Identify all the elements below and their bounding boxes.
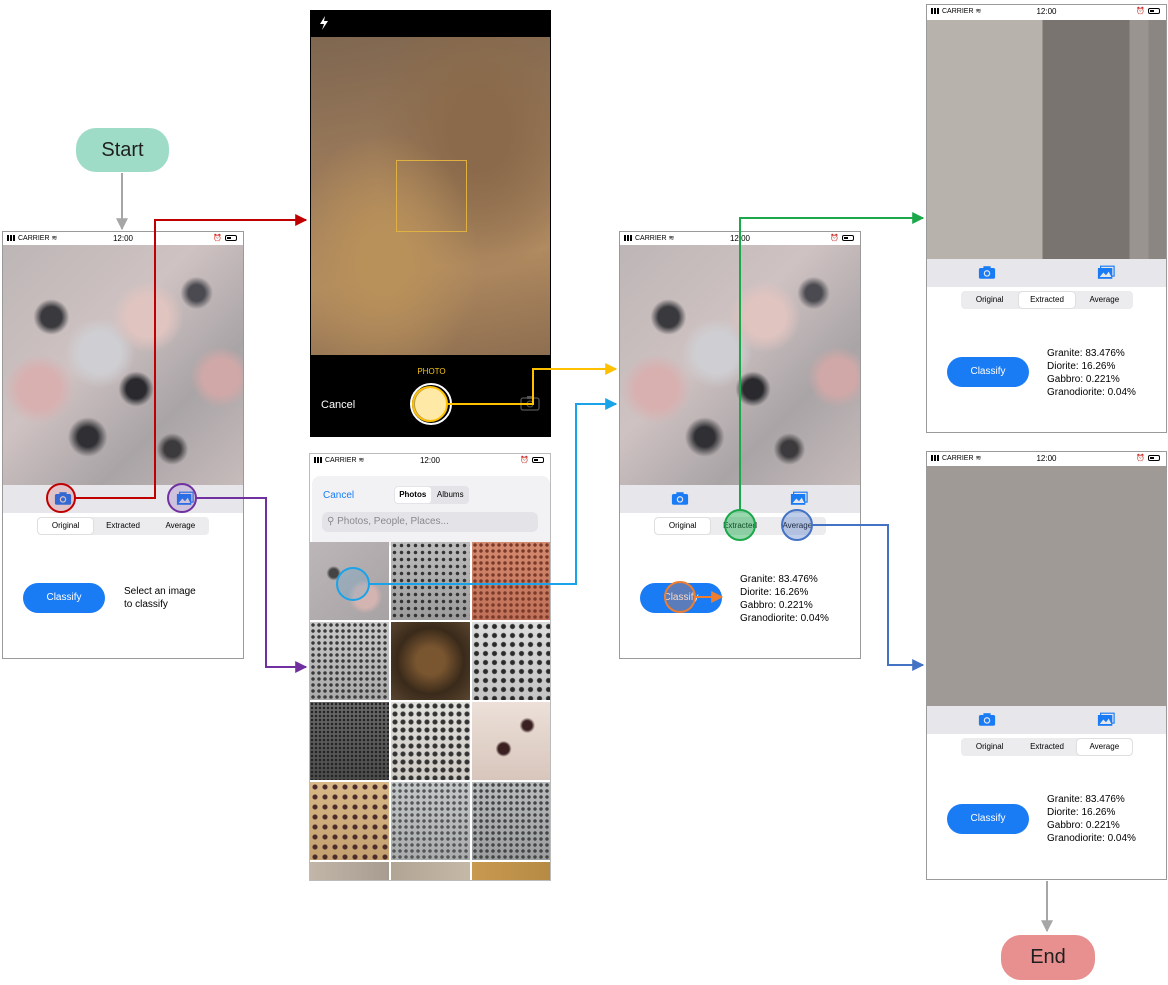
alarm-icon: ⏰ xyxy=(520,457,529,464)
toolbar xyxy=(927,706,1166,734)
status-bar: CARRIER ≋ 12:00 ⏰ xyxy=(927,452,1166,465)
clock: 12:00 xyxy=(1036,7,1057,16)
thumb-1[interactable] xyxy=(310,542,389,620)
segment-extracted[interactable]: Extracted xyxy=(1019,292,1075,308)
gallery-icon[interactable] xyxy=(1097,712,1115,727)
clock: 12:00 xyxy=(112,234,134,243)
view-segmented-control[interactable]: Original Extracted Average xyxy=(37,517,209,535)
gallery-icon[interactable] xyxy=(176,491,194,506)
clock: 12:00 xyxy=(1036,454,1057,463)
battery-icon xyxy=(1148,8,1160,14)
classification-results: Granite: 83.476% Diorite: 16.26% Gabbro:… xyxy=(740,574,829,624)
classify-button[interactable]: Classify xyxy=(640,583,722,613)
focus-square xyxy=(396,160,467,232)
segment-original[interactable]: Original xyxy=(38,518,94,534)
camera-screen: PHOTO Cancel xyxy=(310,10,551,437)
classify-button[interactable]: Classify xyxy=(947,804,1029,834)
start-node: Start xyxy=(76,128,169,172)
start-label: Start xyxy=(101,139,144,161)
camera-icon[interactable] xyxy=(671,491,689,506)
classify-button[interactable]: Classify xyxy=(23,583,105,613)
thumb-14[interactable] xyxy=(391,862,470,880)
thumb-4[interactable] xyxy=(310,622,389,700)
thumb-6[interactable] xyxy=(472,622,550,700)
gallery-icon[interactable] xyxy=(790,491,808,506)
tab-albums[interactable]: Albums xyxy=(433,487,469,503)
thumb-7[interactable] xyxy=(310,702,389,780)
shutter-button[interactable] xyxy=(410,383,452,425)
segment-extracted[interactable]: Extracted xyxy=(95,518,150,534)
camera-icon[interactable] xyxy=(978,712,996,727)
camera-cancel-button[interactable]: Cancel xyxy=(321,399,355,411)
search-placeholder: Photos, People, Places... xyxy=(337,516,449,527)
battery-icon xyxy=(225,235,237,241)
status-bar: CARRIER ≋ 12:00 ⏰ xyxy=(620,232,860,245)
main-screen: CARRIER ≋ 12:00 ⏰ Original Extracted Aver… xyxy=(2,231,244,659)
alarm-icon: ⏰ xyxy=(1136,455,1145,462)
thumb-3[interactable] xyxy=(472,542,550,620)
segment-original[interactable]: Original xyxy=(962,292,1017,308)
extracted-colors-image xyxy=(927,20,1166,259)
tab-photos[interactable]: Photos xyxy=(395,487,431,503)
classify-button[interactable]: Classify xyxy=(947,357,1029,387)
search-icon: ⚲ xyxy=(327,516,335,527)
segment-extracted[interactable]: Extracted xyxy=(1019,739,1074,755)
view-segmented-control[interactable]: Original Extracted Average xyxy=(961,738,1133,756)
average-color-image xyxy=(927,466,1166,706)
status-bar: CARRIER ≋ 12:00 ⏰ xyxy=(310,454,550,467)
segment-average[interactable]: Average xyxy=(770,518,825,534)
end-node: End xyxy=(1001,935,1095,980)
average-screen: CARRIER ≋ 12:00 ⏰ Original Extracted Aver… xyxy=(926,451,1167,880)
thumb-8[interactable] xyxy=(391,702,470,780)
result-screen: CARRIER ≋ 12:00 ⏰ Original Extracted Aver… xyxy=(619,231,861,659)
classification-results: Granite: 83.476% Diorite: 16.26% Gabbro:… xyxy=(1047,348,1136,398)
alarm-icon: ⏰ xyxy=(213,235,222,242)
segment-average[interactable]: Average xyxy=(153,518,208,534)
end-label: End xyxy=(1030,946,1066,968)
status-bar: CARRIER ≋ 12:00 ⏰ xyxy=(927,5,1166,18)
camera-icon[interactable] xyxy=(978,265,996,280)
thumb-12[interactable] xyxy=(472,782,550,860)
gallery-icon[interactable] xyxy=(1097,265,1115,280)
classification-results: Granite: 83.476% Diorite: 16.26% Gabbro:… xyxy=(1047,794,1136,844)
battery-icon xyxy=(532,457,544,463)
toolbar xyxy=(620,485,860,513)
thumb-10[interactable] xyxy=(310,782,389,860)
flip-camera-icon[interactable] xyxy=(519,394,541,412)
search-field[interactable]: ⚲ Photos, People, Places... xyxy=(322,512,538,532)
flash-icon[interactable] xyxy=(319,16,329,30)
view-segmented-control[interactable]: Original Extracted Average xyxy=(961,291,1133,309)
mode-label[interactable]: PHOTO xyxy=(311,367,550,376)
extracted-screen: CARRIER ≋ 12:00 ⏰ Original Extracted Aver… xyxy=(926,4,1167,433)
toolbar xyxy=(3,485,243,513)
hint-text: Select an image to classify xyxy=(124,586,196,610)
rock-image xyxy=(620,245,860,485)
battery-icon xyxy=(1148,455,1160,461)
segment-average[interactable]: Average xyxy=(1077,292,1132,308)
picker-cancel-button[interactable]: Cancel xyxy=(323,490,354,501)
picker-tabs: Photos Albums xyxy=(394,486,469,504)
segment-original[interactable]: Original xyxy=(962,739,1017,755)
thumb-15[interactable] xyxy=(472,862,550,880)
clock: 12:00 xyxy=(419,456,441,465)
segment-average[interactable]: Average xyxy=(1076,739,1132,755)
status-bar: CARRIER ≋ 12:00 ⏰ xyxy=(3,232,243,245)
alarm-icon: ⏰ xyxy=(1136,8,1145,15)
alarm-icon: ⏰ xyxy=(830,235,839,242)
thumb-9[interactable] xyxy=(472,702,550,780)
thumb-5[interactable] xyxy=(391,622,470,700)
segment-extracted[interactable]: Extracted xyxy=(712,518,767,534)
view-segmented-control[interactable]: Original Extracted Average xyxy=(654,517,826,535)
clock: 12:00 xyxy=(729,234,751,243)
battery-icon xyxy=(842,235,854,241)
toolbar xyxy=(927,259,1166,287)
segment-original[interactable]: Original xyxy=(655,518,711,534)
thumb-13[interactable] xyxy=(310,862,389,880)
photo-picker-screen: CARRIER ≋ 12:00 ⏰ Cancel Photos Albums ⚲ … xyxy=(309,453,551,881)
thumb-11[interactable] xyxy=(391,782,470,860)
rock-image xyxy=(3,245,243,485)
camera-icon[interactable] xyxy=(54,491,72,506)
thumb-2[interactable] xyxy=(391,542,470,620)
